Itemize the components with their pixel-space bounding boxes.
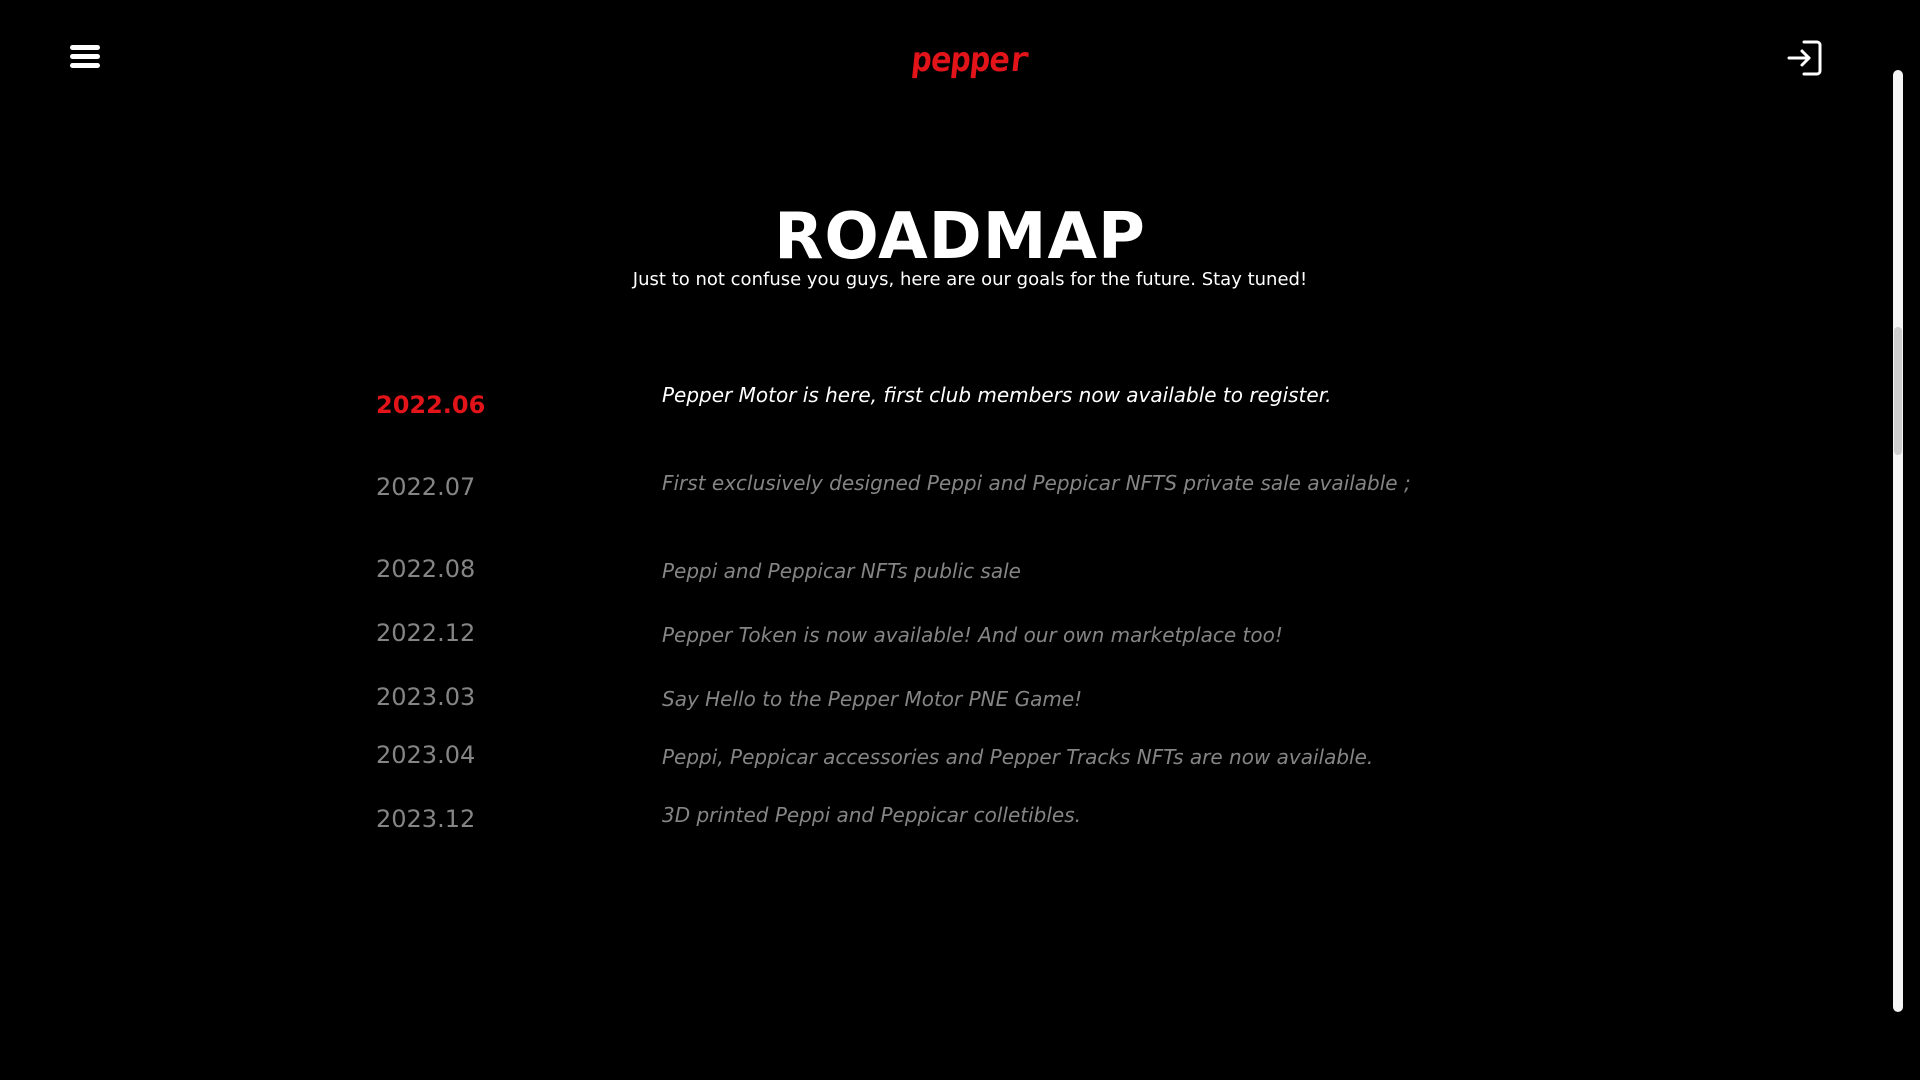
- roadmap-date: 2022.06: [376, 391, 486, 419]
- roadmap-timeline: 2022.06 Pepper Motor is here, first club…: [0, 0, 1920, 1080]
- roadmap-date: 2022.12: [376, 619, 476, 647]
- roadmap-item-text: Say Hello to the Pepper Motor PNE Game!: [662, 687, 1083, 711]
- roadmap-item-text: Peppi and Peppicar NFTs public sale: [662, 559, 1021, 583]
- roadmap-item-text: 3D printed Peppi and Peppicar colletible…: [662, 803, 1082, 827]
- roadmap-date: 2022.07: [376, 473, 476, 501]
- roadmap-item-text: Peppi, Peppicar accessories and Pepper T…: [662, 745, 1374, 769]
- roadmap-item-text: Pepper Motor is here, first club members…: [662, 383, 1332, 407]
- roadmap-date: 2022.08: [376, 555, 476, 583]
- roadmap-date: 2023.04: [376, 741, 476, 769]
- roadmap-item-text: Pepper Token is now available! And our o…: [662, 623, 1283, 647]
- roadmap-date: 2023.12: [376, 805, 476, 833]
- roadmap-item-text: First exclusively designed Peppi and Pep…: [662, 471, 1411, 495]
- roadmap-date: 2023.03: [376, 683, 476, 711]
- roadmap-page: pepper ROADMAP Just to not confuse you g…: [0, 0, 1920, 1080]
